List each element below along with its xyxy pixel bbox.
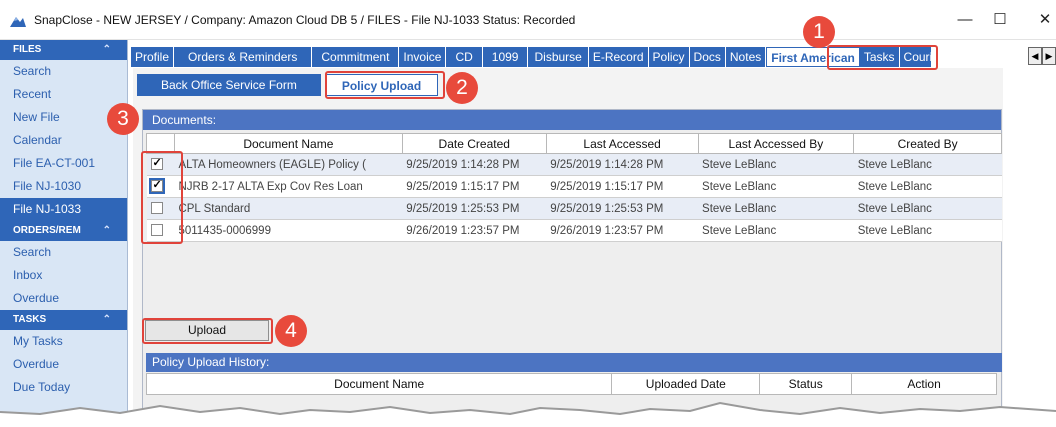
tab-scroll: ◀ ▶ — [1028, 47, 1056, 67]
maximize-button[interactable]: ☐ — [980, 8, 1020, 32]
sidebar-item-orders-overdue[interactable]: Overdue — [0, 287, 127, 310]
sidebar-item-file-ea-ct-001[interactable]: File EA-CT-001 — [0, 152, 127, 175]
table-header-row: Document Name Uploaded Date Status Actio… — [145, 373, 997, 395]
table-row[interactable]: CPL Standard 9/25/2019 1:25:53 PM 9/25/2… — [146, 197, 1002, 220]
sidebar-section-orders[interactable]: ORDERS/REM ⌃ — [0, 221, 127, 241]
tab-policy[interactable]: Policy — [648, 47, 690, 67]
highlight-first-american — [827, 45, 938, 70]
collapse-chevron-icon[interactable]: ⌃ — [103, 310, 111, 330]
callout-2: 2 — [446, 72, 478, 104]
column-header-last-accessed[interactable]: Last Accessed — [545, 133, 699, 154]
callout-1: 1 — [803, 16, 835, 48]
last-accessed: 9/25/2019 1:15:17 PM — [546, 175, 699, 198]
tab-profile[interactable]: Profile — [131, 47, 175, 67]
column-header-date-created[interactable]: Date Created — [401, 133, 547, 154]
upload-history-table: Document Name Uploaded Date Status Actio… — [145, 373, 997, 395]
collapse-chevron-icon[interactable]: ⌃ — [103, 40, 111, 60]
highlight-checkboxes — [141, 151, 183, 244]
tab-1099[interactable]: 1099 — [482, 47, 529, 67]
table-header-row: Document Name Date Created Last Accessed… — [146, 133, 1002, 154]
column-header-status[interactable]: Status — [759, 373, 853, 395]
sidebar-item-tasks-overdue[interactable]: Overdue — [0, 353, 127, 376]
sidebar-item-search[interactable]: Search — [0, 60, 127, 83]
table-row[interactable]: ALTA Homeowners (EAGLE) Policy ( 9/25/20… — [146, 153, 1002, 176]
document-name: 5011435-0006999 — [174, 219, 403, 242]
last-accessed: 9/25/2019 1:25:53 PM — [546, 197, 699, 220]
tab-invoice[interactable]: Invoice — [399, 47, 447, 67]
date-created: 9/25/2019 1:15:17 PM — [402, 175, 547, 198]
sidebar-item-orders-search[interactable]: Search — [0, 241, 127, 264]
sidebar-item-due-today[interactable]: Due Today — [0, 376, 127, 399]
last-accessed-by: Steve LeBlanc — [698, 197, 854, 220]
tab-cd[interactable]: CD — [446, 47, 483, 67]
column-header-uploaded-date[interactable]: Uploaded Date — [611, 373, 761, 395]
documents-header: Documents: — [143, 110, 1001, 130]
tab-orders-reminders[interactable]: Orders & Reminders — [174, 47, 313, 67]
last-accessed: 9/25/2019 1:14:28 PM — [546, 153, 699, 176]
created-by: Steve LeBlanc — [853, 219, 1002, 242]
upload-history-header: Policy Upload History: — [146, 353, 1002, 372]
section-label: ORDERS/REM — [13, 225, 81, 236]
app-icon — [10, 17, 26, 27]
subtab-back-office-service-form[interactable]: Back Office Service Form — [137, 74, 321, 96]
minimize-button[interactable]: — — [945, 8, 985, 32]
close-button[interactable]: ✕ — [1025, 8, 1056, 32]
sidebar-section-tasks[interactable]: TASKS ⌃ — [0, 310, 127, 330]
document-name: ALTA Homeowners (EAGLE) Policy ( — [174, 153, 403, 176]
date-created: 9/25/2019 1:25:53 PM — [402, 197, 547, 220]
column-header-created-by[interactable]: Created By — [853, 133, 1002, 154]
window-title: SnapClose - NEW JERSEY / Company: Amazon… — [34, 13, 576, 27]
torn-edge — [0, 401, 1056, 427]
column-header-document-name[interactable]: Document Name — [145, 373, 613, 395]
sidebar-section-files[interactable]: FILES ⌃ — [0, 40, 127, 60]
callout-4: 4 — [275, 315, 307, 347]
created-by: Steve LeBlanc — [853, 197, 1002, 220]
section-label: FILES — [13, 44, 42, 55]
column-header-last-accessed-by[interactable]: Last Accessed By — [697, 133, 855, 154]
section-label: TASKS — [13, 314, 47, 325]
callout-3: 3 — [107, 103, 139, 135]
tab-docs[interactable]: Docs — [689, 47, 726, 67]
title-bar: SnapClose - NEW JERSEY / Company: Amazon… — [0, 0, 1056, 40]
table-row[interactable]: 5011435-0006999 9/26/2019 1:23:57 PM 9/2… — [146, 219, 1002, 242]
tab-scroll-left-icon[interactable]: ◀ — [1028, 47, 1042, 65]
tab-disburse[interactable]: Disburse — [528, 47, 589, 67]
created-by: Steve LeBlanc — [853, 175, 1002, 198]
tab-e-record[interactable]: E-Record — [588, 47, 649, 67]
sidebar-item-recent[interactable]: Recent — [0, 83, 127, 106]
sidebar-item-file-nj-1030[interactable]: File NJ-1030 — [0, 175, 127, 198]
tab-scroll-right-icon[interactable]: ▶ — [1042, 47, 1056, 65]
column-header-document-name[interactable]: Document Name — [173, 133, 403, 154]
date-created: 9/26/2019 1:23:57 PM — [402, 219, 547, 242]
created-by: Steve LeBlanc — [853, 153, 1002, 176]
column-header-action[interactable]: Action — [851, 373, 997, 395]
table-row[interactable]: NJRB 2-17 ALTA Exp Cov Res Loan 9/25/201… — [146, 175, 1002, 198]
last-accessed-by: Steve LeBlanc — [698, 175, 854, 198]
highlight-upload-button — [142, 318, 273, 344]
sidebar: FILES ⌃ Search Recent New File Calendar … — [0, 40, 128, 427]
sidebar-item-file-nj-1033[interactable]: File NJ-1033 — [0, 198, 127, 221]
tab-commitment[interactable]: Commitment — [312, 47, 400, 67]
sidebar-item-calendar[interactable]: Calendar — [0, 129, 127, 152]
documents-table: Document Name Date Created Last Accessed… — [146, 133, 1002, 242]
document-name: NJRB 2-17 ALTA Exp Cov Res Loan — [174, 175, 403, 198]
last-accessed-by: Steve LeBlanc — [698, 219, 854, 242]
sidebar-item-inbox[interactable]: Inbox — [0, 264, 127, 287]
collapse-chevron-icon[interactable]: ⌃ — [103, 221, 111, 241]
document-name: CPL Standard — [174, 197, 403, 220]
last-accessed-by: Steve LeBlanc — [698, 153, 854, 176]
tab-notes[interactable]: Notes — [725, 47, 767, 67]
sidebar-item-my-tasks[interactable]: My Tasks — [0, 330, 127, 353]
highlight-policy-upload — [325, 71, 445, 99]
date-created: 9/25/2019 1:14:28 PM — [402, 153, 547, 176]
last-accessed: 9/26/2019 1:23:57 PM — [546, 219, 699, 242]
